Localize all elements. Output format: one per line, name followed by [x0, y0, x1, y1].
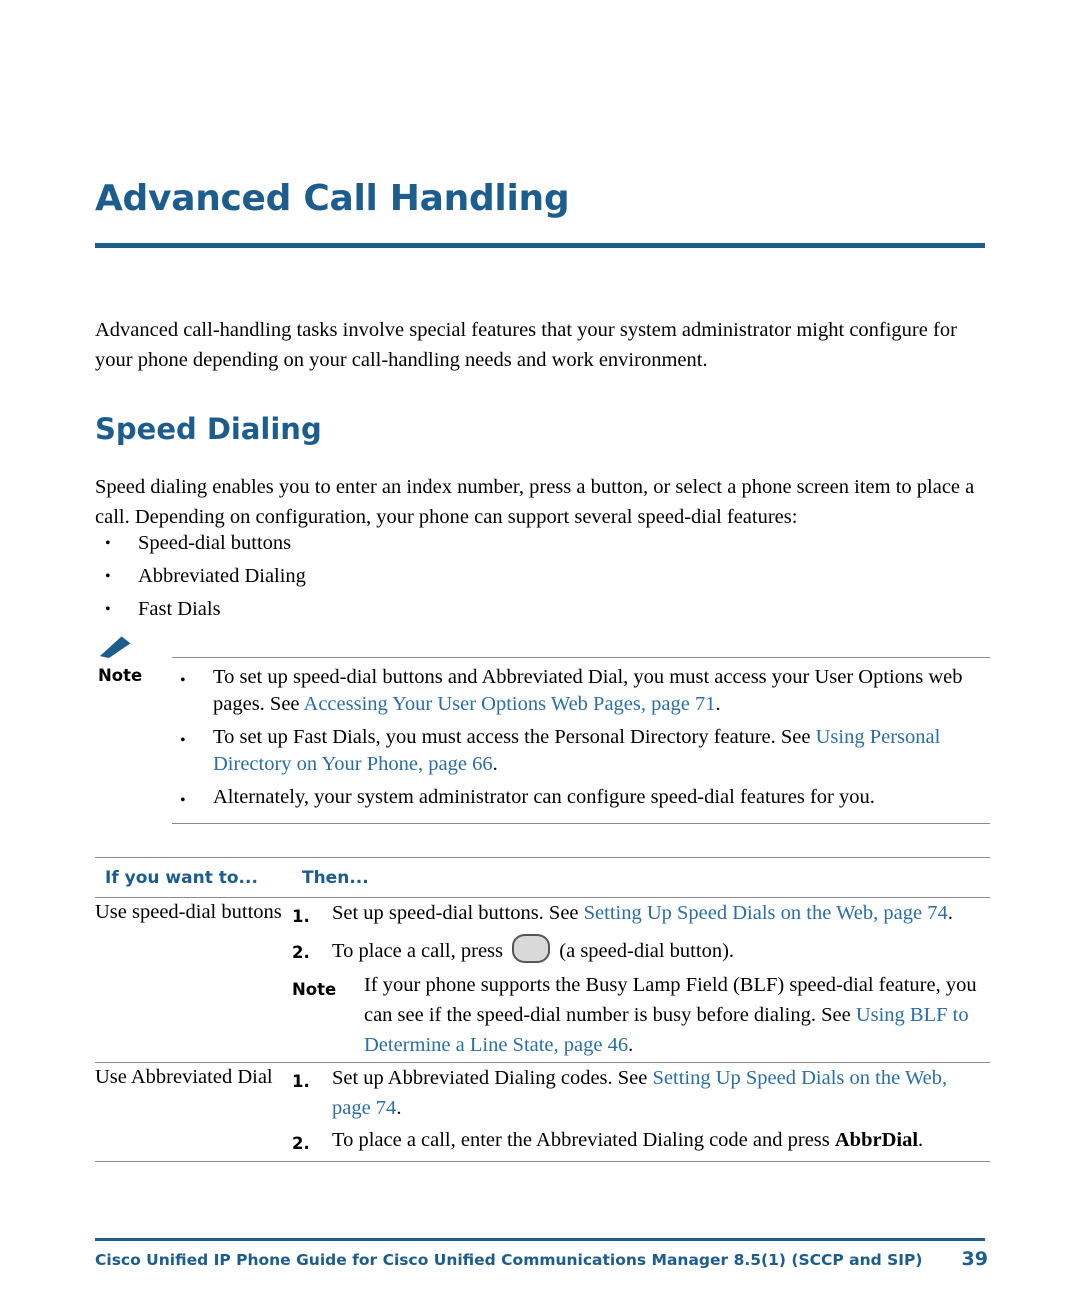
- step-text: Set up Abbreviated Dialing codes. See Se…: [332, 1063, 990, 1123]
- bullet-icon: •: [180, 672, 186, 689]
- table-bottom-border-row: [95, 1161, 990, 1162]
- page-title: Advanced Call Handling: [95, 178, 570, 219]
- cross-reference-link[interactable]: Setting Up Speed Dials on the Web, page …: [584, 902, 948, 924]
- note-item-post: .: [715, 693, 721, 715]
- list-item: • Fast Dials: [95, 593, 795, 626]
- note-item-text: Alternately, your system administrator c…: [213, 786, 875, 808]
- cross-reference-link[interactable]: Accessing Your User Options Web Pages, p…: [304, 693, 716, 715]
- table-cell-task: Use Abbreviated Dial: [95, 1062, 292, 1162]
- page-number: 39: [961, 1248, 988, 1270]
- procedure-step: 2. To place a call, enter the Abbreviate…: [292, 1125, 990, 1159]
- step-number: 2.: [291, 943, 310, 962]
- step-post: .: [396, 1097, 402, 1119]
- procedure-note: Note If your phone supports the Busy Lam…: [292, 970, 990, 1060]
- note-list-item: • To set up speed-dial buttons and Abbre…: [172, 664, 994, 718]
- step-post: .: [947, 902, 953, 924]
- note-body: • To set up speed-dial buttons and Abbre…: [172, 664, 994, 823]
- step-pre: To place a call, press: [331, 940, 509, 962]
- step-number: 1.: [291, 1072, 310, 1091]
- section-heading-speed-dialing: Speed Dialing: [95, 412, 322, 446]
- bullet-icon: •: [105, 568, 111, 585]
- procedure-step: 1. Set up speed-dial buttons. See Settin…: [292, 898, 990, 932]
- list-item: • Abbreviated Dialing: [95, 560, 795, 593]
- list-item-label: Speed-dial buttons: [138, 532, 292, 554]
- table-row: Use speed-dial buttons 1. Set up speed-d…: [95, 897, 990, 1063]
- note-item-text: To set up speed-dial buttons and Abbrevi…: [213, 664, 994, 718]
- table-bottom-cell-left: [95, 1161, 292, 1162]
- footer-title: Cisco Unified IP Phone Guide for Cisco U…: [95, 1251, 923, 1269]
- note-text: If your phone supports the Busy Lamp Fie…: [364, 970, 990, 1060]
- note-item-pre: To set up Fast Dials, you must access th…: [213, 726, 816, 748]
- note-label: Note: [98, 666, 143, 685]
- feature-bullet-list: • Speed-dial buttons • Abbreviated Diali…: [95, 527, 795, 626]
- note-divider-top: [172, 657, 990, 658]
- step-pre: To place a call, enter the Abbreviated D…: [331, 1129, 835, 1151]
- bullet-icon: •: [105, 535, 111, 552]
- table-header-cell-task: If you want to...: [95, 857, 292, 898]
- note-label: Note: [291, 980, 337, 999]
- table-header-row: If you want to... Then...: [95, 857, 990, 898]
- document-page: Advanced Call Handling Advanced call-han…: [0, 0, 1080, 1311]
- table-cell-action: 1. Set up speed-dial buttons. See Settin…: [291, 897, 990, 1063]
- list-item: • Speed-dial buttons: [95, 527, 795, 560]
- procedure-step: 2. To place a call, press (a speed-dial …: [292, 934, 990, 968]
- note-divider-bottom: [172, 823, 990, 824]
- list-item-label: Fast Dials: [138, 598, 221, 620]
- procedure-step: 1. Set up Abbreviated Dialing codes. See…: [292, 1063, 990, 1123]
- note-list-item: • To set up Fast Dials, you must access …: [172, 724, 994, 778]
- note-item-post: .: [492, 753, 498, 775]
- table-cell-action: 1. Set up Abbreviated Dialing codes. See…: [291, 1062, 990, 1162]
- table-row: Use Abbreviated Dial 1. Set up Abbreviat…: [95, 1062, 990, 1162]
- pencil-note-icon: [98, 634, 134, 660]
- step-text: To place a call, enter the Abbreviated D…: [332, 1125, 990, 1159]
- step-number: 2.: [291, 1134, 310, 1153]
- footer-divider: [95, 1238, 985, 1241]
- procedure-table: If you want to... Then... Use speed-dial…: [95, 857, 990, 1162]
- note-list-item: • Alternately, your system administrator…: [172, 784, 994, 817]
- bullet-icon: •: [105, 601, 111, 618]
- step-text: Set up speed-dial buttons. See Setting U…: [332, 898, 990, 932]
- step-pre: Set up speed-dial buttons. See: [331, 902, 584, 924]
- step-pre: Set up Abbreviated Dialing codes. See: [331, 1067, 653, 1089]
- intro-paragraph: Advanced call-handling tasks involve spe…: [95, 319, 957, 371]
- title-divider: [95, 243, 985, 248]
- note-item-text: To set up Fast Dials, you must access th…: [213, 724, 994, 778]
- speed-dial-button-icon: [512, 934, 551, 963]
- table-header-cell-action: Then...: [291, 857, 990, 898]
- step-number: 1.: [291, 907, 310, 926]
- step-post: (a speed-dial button).: [554, 940, 735, 962]
- step-text: To place a call, press (a speed-dial but…: [332, 934, 990, 968]
- section-paragraph: Speed dialing enables you to enter an in…: [95, 476, 975, 528]
- softkey-label: AbbrDial: [834, 1129, 919, 1151]
- table-cell-task: Use speed-dial buttons: [95, 897, 292, 1063]
- table-bottom-cell-right: [291, 1161, 990, 1162]
- note-post: .: [628, 1034, 634, 1056]
- bullet-icon: •: [180, 792, 186, 809]
- step-post: .: [918, 1129, 924, 1151]
- list-item-label: Abbreviated Dialing: [138, 565, 306, 587]
- bullet-icon: •: [180, 732, 186, 749]
